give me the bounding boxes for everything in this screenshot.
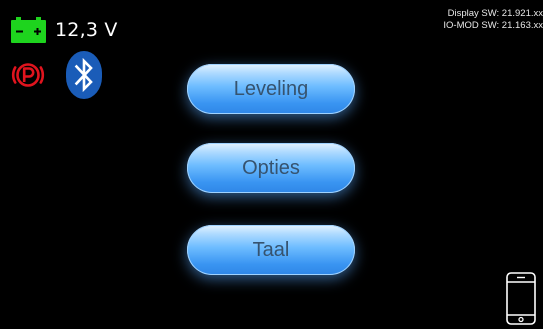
phone-icon[interactable] [506,272,536,325]
battery-status: 12,3 V [11,17,118,43]
battery-voltage: 12,3 V [55,19,118,41]
io-mod-sw-version: IO-MOD SW: 21.163.xx [443,20,543,31]
battery-icon [11,17,46,43]
taal-button[interactable]: Taal [187,225,355,275]
leveling-button[interactable]: Leveling [187,64,355,114]
parking-brake-icon [11,63,45,87]
opties-button[interactable]: Opties [187,143,355,193]
main-screen: 12,3 V Display SW: 21.921.xx IO-MOD SW: … [0,0,543,329]
software-info: Display SW: 21.921.xx IO-MOD SW: 21.163.… [443,8,543,32]
display-sw-version: Display SW: 21.921.xx [447,8,543,19]
bluetooth-icon[interactable] [66,51,102,99]
